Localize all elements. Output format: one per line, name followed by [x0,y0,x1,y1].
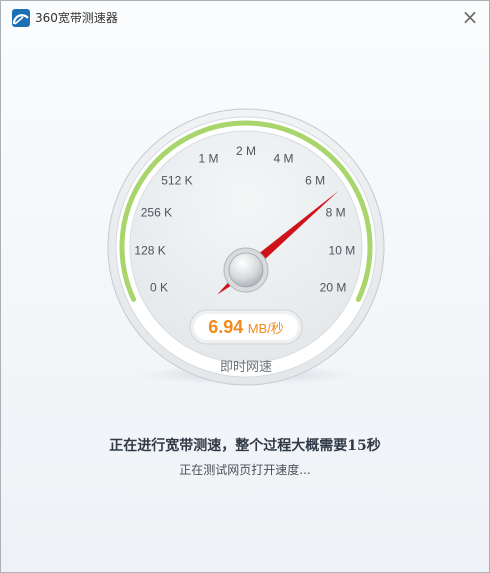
speedometer-app-icon [12,9,30,27]
window-title: 360宽带测速器 [35,11,118,25]
gauge-tick-label: 128 K [134,243,165,257]
gauge-tick-label: 1 M [198,152,218,166]
gauge-tick-label: 0 K [150,281,168,295]
gauge-tick-label: 2 M [236,144,256,158]
gauge-tick-label: 20 M [320,281,347,295]
app-window: 360宽带测速器 × 0 K 128 K 256 K 512 K 1 M 2 M… [0,0,490,573]
gauge-hub [228,252,264,288]
close-icon: × [461,5,479,29]
main-content: 0 K 128 K 256 K 512 K 1 M 2 M 4 M 6 M 8 M 10 M 20 … [1,35,489,572]
gauge-tick-label: 8 M [326,206,346,220]
gauge-tick-label: 256 K [141,206,172,220]
gauge-tick-label: 512 K [161,173,192,187]
reading-value: 6.94 [208,317,243,337]
close-button[interactable]: × [459,5,481,29]
status-sub-text: 正在测试网页打开速度... [179,463,311,477]
gauge-tick-label: 10 M [329,243,356,257]
status-main-text: 正在进行宽带测速，整个过程大概需要15秒 [109,438,381,454]
gauge-caption: 即时网速 [220,360,272,375]
gauge-tick-label: 4 M [273,152,293,166]
reading-unit: MB/秒 [248,321,284,336]
title-bar[interactable]: 360宽带测速器 × [1,1,489,35]
speed-gauge: 0 K 128 K 256 K 512 K 1 M 2 M 4 M 6 M 8 M 10 M 20 … [107,108,385,386]
gauge-tick-label: 6 M [305,173,325,187]
